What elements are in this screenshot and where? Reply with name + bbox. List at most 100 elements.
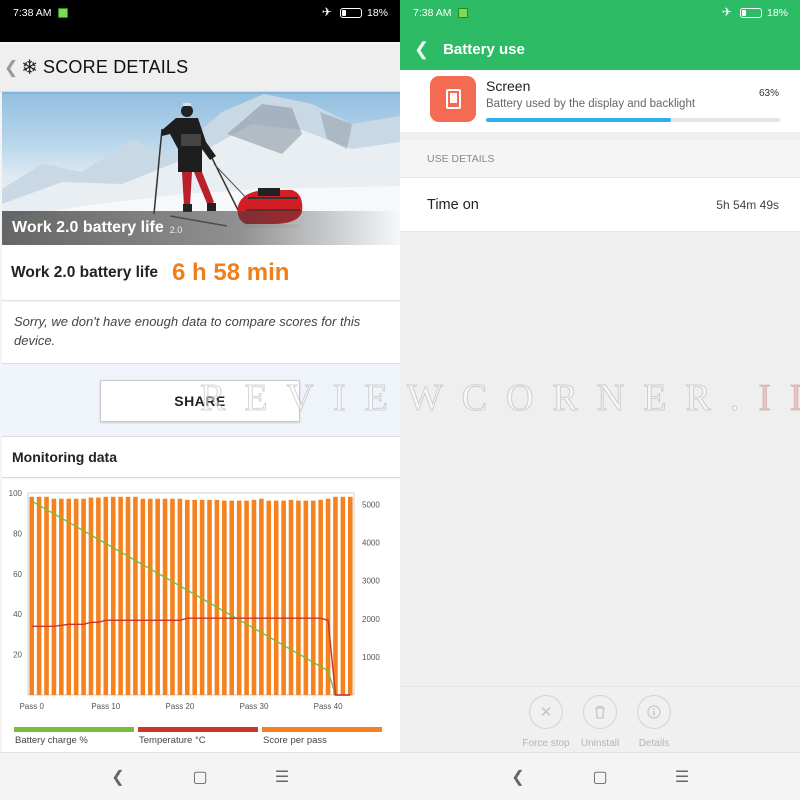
airplane-mode-icon: ✈ <box>321 5 332 19</box>
legend-swatch <box>138 727 258 732</box>
score-bar <box>348 496 353 695</box>
score-bar <box>207 499 212 695</box>
score-bar <box>155 498 160 695</box>
score-bar <box>259 498 264 695</box>
usage-progress-track <box>486 118 780 122</box>
score-bar <box>51 498 57 695</box>
battery-percent: 18% <box>766 7 788 19</box>
y-right-tick-label: 5000 <box>362 500 380 509</box>
score-bar <box>325 498 331 695</box>
time-on-row: Time on 5h 54m 49s <box>400 178 800 232</box>
time-on-value: 5h 54m 49s <box>716 197 779 212</box>
score-bar <box>110 496 116 695</box>
y-right-tick-label: 4000 <box>362 539 380 548</box>
notification-icon <box>457 8 468 18</box>
nav-back-icon[interactable]: ❮ <box>477 767 559 787</box>
battery-icon <box>339 8 362 18</box>
score-bar <box>125 496 131 695</box>
score-bar <box>96 497 101 695</box>
score-bar <box>296 500 301 695</box>
score-bar <box>44 496 49 695</box>
page-title: SCORE DETAILS <box>43 57 189 77</box>
nav-home-icon[interactable]: ▢ <box>159 767 241 787</box>
force-stop-label: Force stop <box>522 738 570 749</box>
y-right-tick-label: 3000 <box>362 577 380 586</box>
close-icon: ✕ <box>529 695 563 729</box>
score-bar <box>251 499 257 695</box>
details-button[interactable]: Details <box>635 695 673 749</box>
force-stop-button[interactable]: ✕ Force stop <box>522 695 570 749</box>
time-on-label: Time on <box>427 196 479 213</box>
use-details-label: USE DETAILS <box>400 140 800 178</box>
score-bar <box>185 499 190 695</box>
battery-use-header: ❮ Battery use <box>400 28 800 70</box>
y-left-tick-label: 80 <box>13 529 22 538</box>
score-bar <box>236 500 242 695</box>
score-bar <box>88 497 94 695</box>
nav-back-icon[interactable]: ❮ <box>77 767 159 787</box>
score-bar <box>281 500 286 695</box>
score-bar <box>310 500 316 695</box>
screen-description: Battery used by the display and backligh… <box>486 98 696 110</box>
legend-swatch <box>14 727 134 732</box>
score-bar <box>340 496 346 695</box>
uninstall-label: Uninstall <box>580 738 620 749</box>
notification-icon <box>57 8 68 18</box>
info-icon <box>637 695 671 729</box>
score-bar <box>81 498 86 695</box>
score-bar <box>66 498 72 695</box>
score-bar <box>288 499 294 695</box>
score-bar <box>333 496 338 695</box>
screen-name: Screen <box>486 78 531 94</box>
details-label: Details <box>638 738 670 749</box>
score-bar <box>118 496 123 695</box>
status-bar: 7:38 AM ✈ 18% <box>0 0 400 42</box>
status-bar: 7:38 AM ✈ 18% <box>400 0 800 28</box>
score-bar <box>222 500 227 695</box>
hero-test-version: 2.0 <box>169 224 183 235</box>
result-label: Work 2.0 battery life <box>11 263 159 281</box>
share-section: SHARE <box>0 364 400 436</box>
score-bar <box>170 498 175 695</box>
uninstall-button[interactable]: Uninstall <box>581 695 619 749</box>
status-time: 7:38 AM <box>13 7 52 19</box>
x-tick-label: Pass 30 <box>240 702 269 711</box>
y-right-tick-label: 1000 <box>362 653 380 662</box>
page-title: Battery use <box>443 40 525 58</box>
legend-label: Temperature °C <box>139 735 206 746</box>
score-bar <box>29 496 34 695</box>
monitoring-title: Monitoring data <box>12 449 117 465</box>
score-bar <box>59 498 64 695</box>
x-tick-label: Pass 0 <box>19 702 44 711</box>
score-bar <box>140 498 146 695</box>
score-bar <box>162 498 168 695</box>
score-bar <box>177 498 183 695</box>
status-time: 7:38 AM <box>413 7 452 19</box>
nav-home-icon[interactable]: ▢ <box>559 767 641 787</box>
legend-label: Battery charge % <box>15 735 88 746</box>
x-tick-label: Pass 10 <box>91 702 120 711</box>
monitoring-header: Monitoring data <box>2 436 400 478</box>
score-details-header: ❮ ❄ SCORE DETAILS <box>0 44 400 92</box>
nav-menu-icon[interactable]: ☰ <box>641 767 723 787</box>
snowflake-icon: ❄ <box>21 57 39 79</box>
hero-caption: Work 2.0 battery life 2.0 <box>2 211 400 245</box>
y-left-tick-label: 40 <box>13 610 22 619</box>
nav-menu-icon[interactable]: ☰ <box>241 767 323 787</box>
screen-percent: 63% <box>758 88 779 99</box>
share-button[interactable]: SHARE <box>100 380 300 422</box>
score-bar <box>103 496 109 695</box>
score-bar <box>36 496 42 695</box>
monitoring-chart: 20 40 60 80 100 1000 2000 3000 4000 5000 Pass 0 Pas… <box>2 479 400 752</box>
back-chevron-icon[interactable]: ❮ <box>4 58 18 78</box>
back-chevron-icon[interactable]: ❮ <box>414 39 429 60</box>
hero-banner: Work 2.0 battery life 2.0 <box>2 92 400 245</box>
x-tick-label: Pass 20 <box>165 702 194 711</box>
screen-app-icon <box>430 76 476 122</box>
y-left-tick-label: 20 <box>13 651 22 660</box>
score-bar <box>229 500 235 695</box>
y-left-tick-label: 100 <box>9 489 23 498</box>
score-bar <box>214 499 220 695</box>
y-left-tick-label: 60 <box>13 570 22 579</box>
trash-icon <box>583 695 617 729</box>
